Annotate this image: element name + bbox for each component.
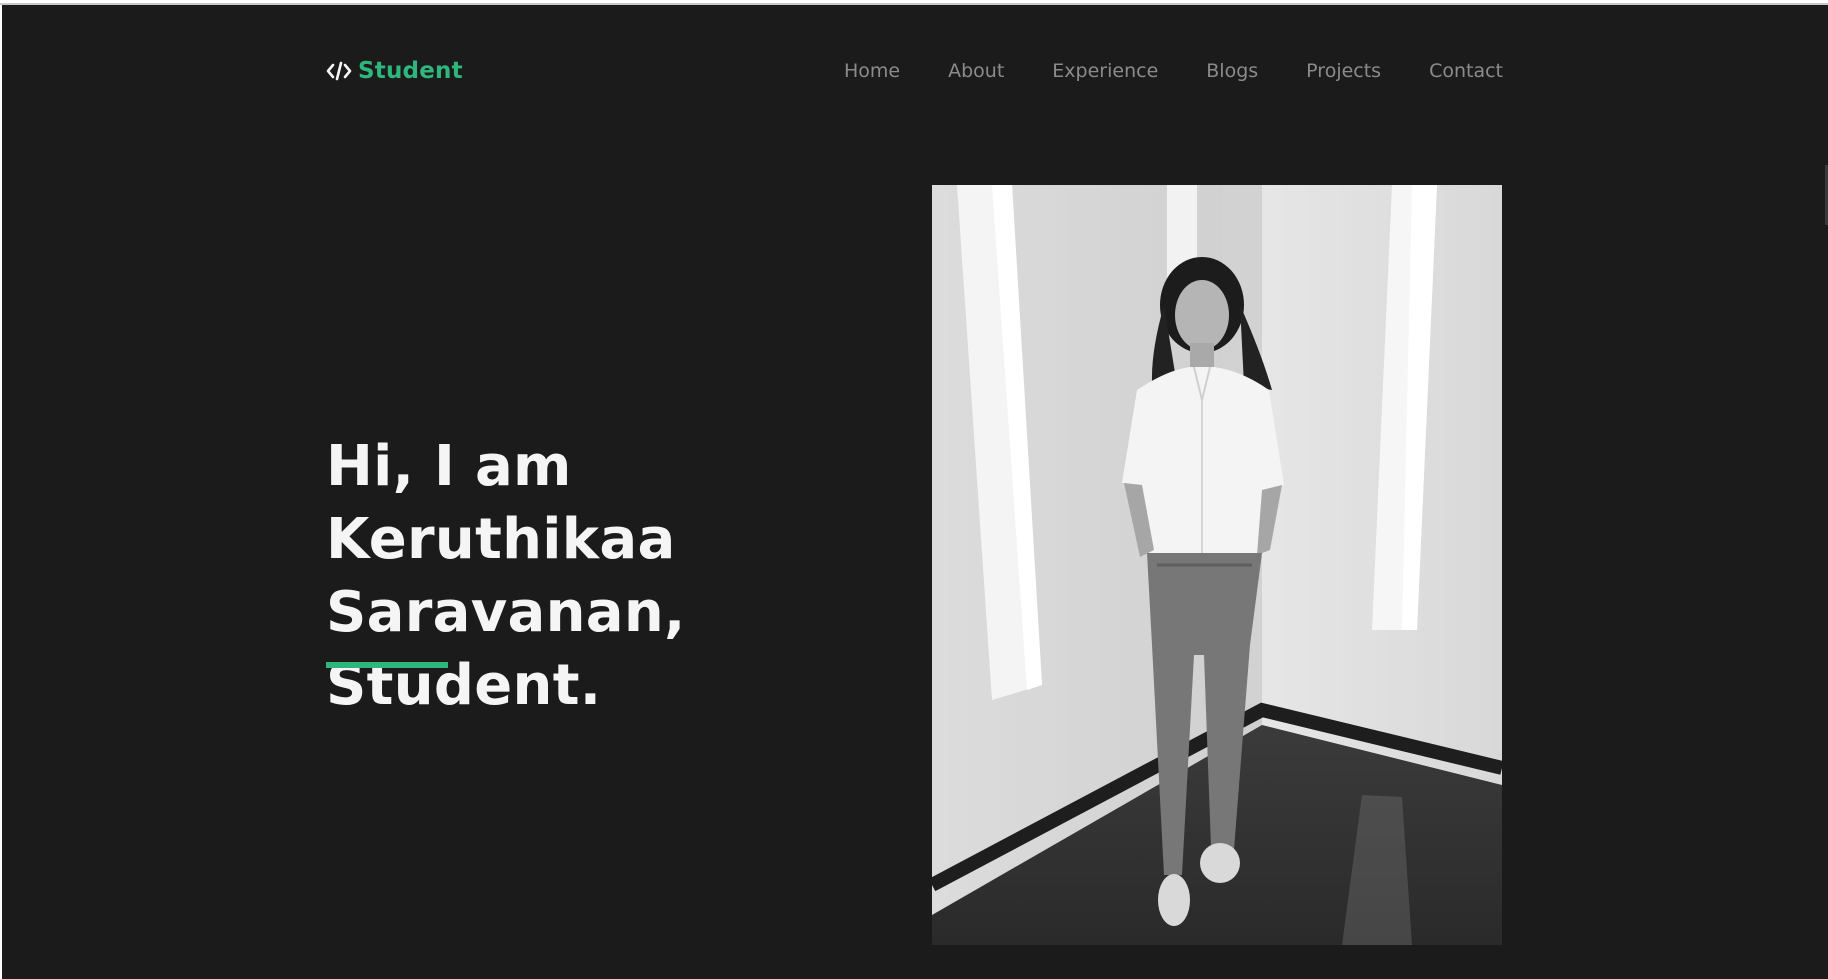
navbar: Student Home About Experience Blogs Proj… <box>326 53 1503 89</box>
hero-title-line-1: Hi, I am Keruthikaa <box>326 434 676 572</box>
nav-link-blogs[interactable]: Blogs <box>1206 60 1258 82</box>
hero-title-line-2: Saravanan, <box>326 580 686 645</box>
profile-photo <box>932 185 1502 945</box>
nav-link-projects[interactable]: Projects <box>1306 60 1381 82</box>
hero-accent-underline <box>326 662 448 668</box>
nav-link-experience[interactable]: Experience <box>1052 60 1158 82</box>
nav-link-about[interactable]: About <box>948 60 1004 82</box>
code-icon <box>326 60 352 82</box>
hero-title: Hi, I am Keruthikaa Saravanan, Student. <box>326 430 926 722</box>
nav-link-contact[interactable]: Contact <box>1429 60 1503 82</box>
brand-logo[interactable]: Student <box>326 58 463 84</box>
brand-label: Student <box>358 58 463 84</box>
nav-link-home[interactable]: Home <box>844 60 900 82</box>
main-menu: Home About Experience Blogs Projects Con… <box>844 60 1503 82</box>
page: Student Home About Experience Blogs Proj… <box>2 5 1828 979</box>
